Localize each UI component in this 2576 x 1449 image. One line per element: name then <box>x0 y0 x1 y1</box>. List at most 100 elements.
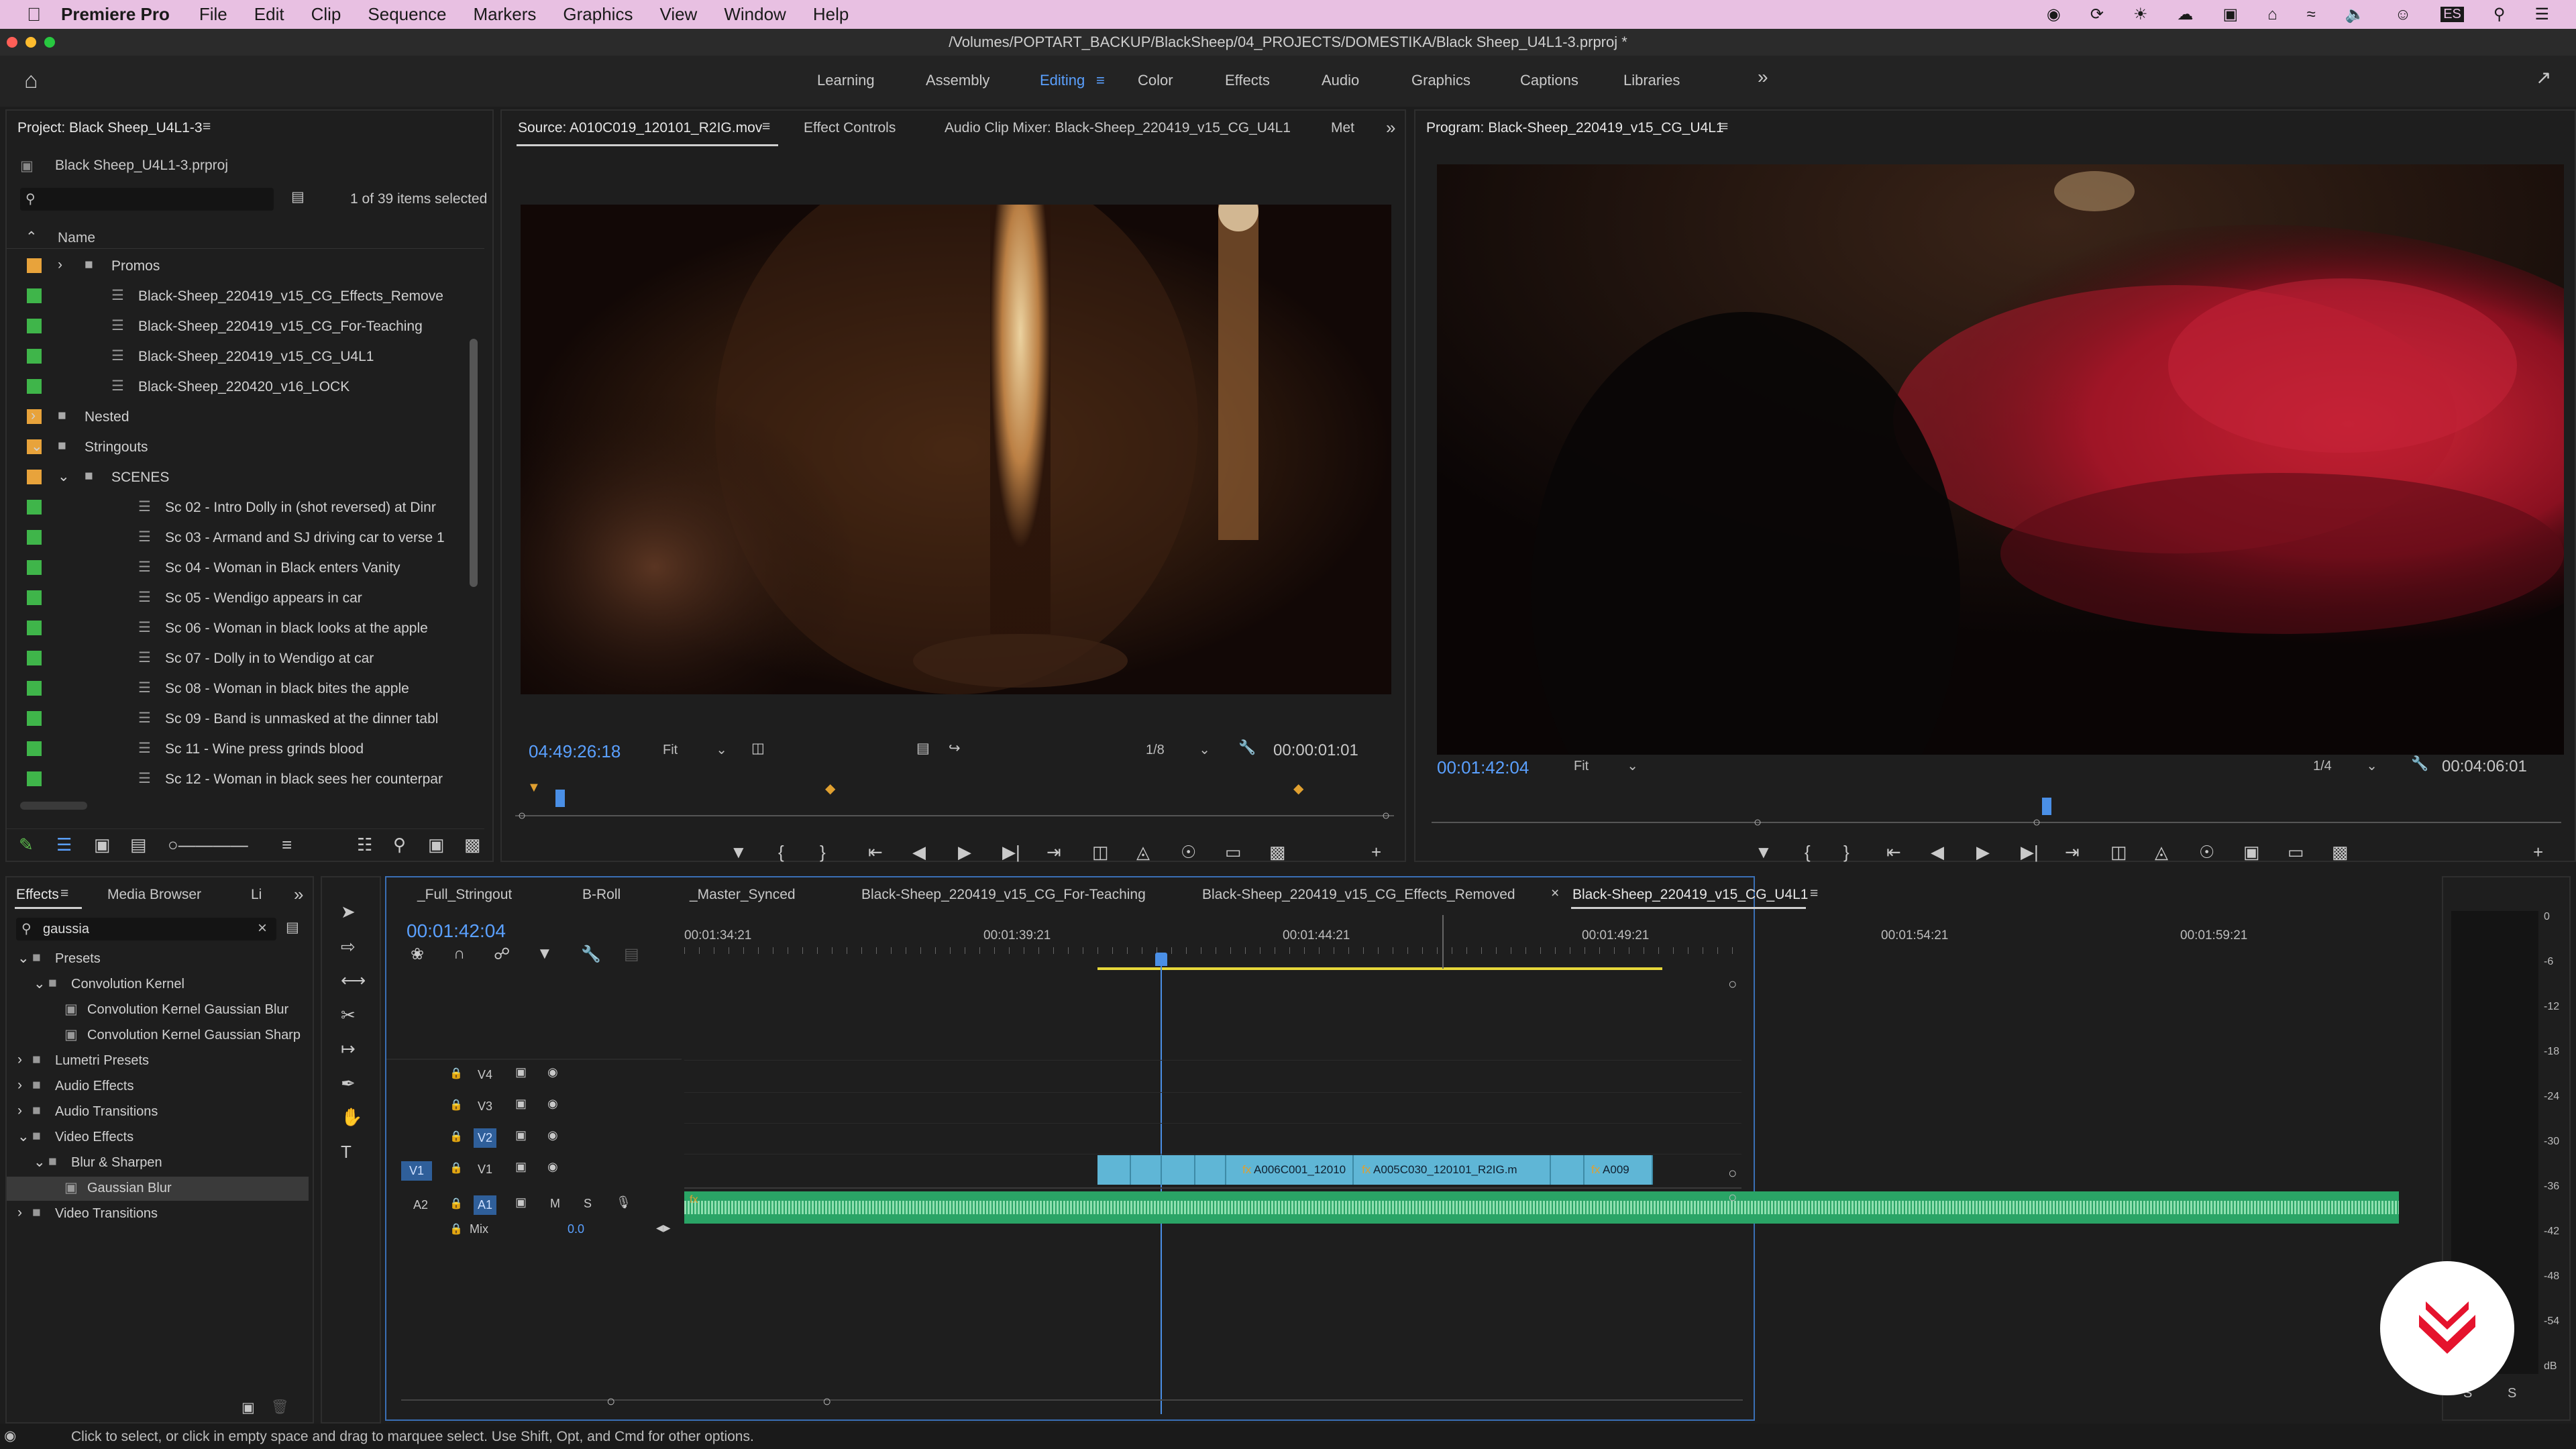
extension-icon[interactable]: ☀ <box>2133 5 2148 24</box>
label-color-swatch[interactable] <box>27 530 42 545</box>
tab-audio-clip-mixer[interactable]: Audio Clip Mixer: Black-Sheep_220419_v15… <box>945 120 1291 136</box>
icon-view-icon[interactable]: ▣ <box>94 835 111 855</box>
mark-in-icon[interactable]: { <box>778 842 784 863</box>
wifi-icon[interactable]: ≈ <box>2307 5 2316 24</box>
voiceover-icon[interactable]: 🎙 <box>616 1195 631 1210</box>
vscroll-handle[interactable]: ○ <box>1728 1189 1737 1206</box>
effects-tree-item[interactable]: › ■ Lumetri Presets <box>7 1049 309 1073</box>
label-color-swatch[interactable] <box>27 258 42 273</box>
lock-icon[interactable]: 🔒 <box>449 1130 463 1143</box>
project-search-input[interactable]: ⚲ <box>20 188 274 211</box>
search-icon[interactable]: ⚲ <box>2493 5 2506 24</box>
nest-icon[interactable]: ❀ <box>411 945 424 964</box>
chevron-right-icon[interactable]: › <box>31 408 36 424</box>
zoom-handle-right[interactable]: ○ <box>1382 808 1390 824</box>
mute-button[interactable]: M <box>550 1197 560 1211</box>
label-color-swatch[interactable] <box>27 711 42 726</box>
source-resolution-select[interactable]: 1/8 ⌄ <box>1140 739 1216 761</box>
panel-menu-icon[interactable]: ≡ <box>203 119 211 135</box>
add-marker-icon[interactable]: ▼ <box>537 945 553 963</box>
sync-lock-icon[interactable]: ▣ <box>515 1128 527 1142</box>
effects-tree-item[interactable]: ▣ Convolution Kernel Gaussian Blur <box>7 998 309 1022</box>
button-editor-icon[interactable]: + <box>2533 842 2543 863</box>
label-color-swatch[interactable] <box>27 379 42 394</box>
program-resolution-select[interactable]: 1/4 ⌄ <box>2308 755 2383 777</box>
slip-tool-icon[interactable]: ↦ <box>341 1038 356 1059</box>
toggle-proxies-icon[interactable]: ▭ <box>2288 842 2304 863</box>
volume-icon[interactable]: 🔈 <box>2345 5 2365 24</box>
lock-icon[interactable]: 🔒 <box>449 1098 463 1112</box>
workspace-learning[interactable]: Learning <box>817 72 875 89</box>
go-to-out-icon[interactable]: ⇥ <box>1046 842 1061 863</box>
automate-icon[interactable]: ☷ <box>357 835 372 855</box>
captions-icon[interactable]: ▤ <box>624 945 639 964</box>
track-select-tool-icon[interactable]: ⇨ <box>341 936 356 957</box>
close-tab-icon[interactable]: × <box>1551 885 1559 902</box>
new-bin-icon[interactable]: ▤ <box>291 189 305 205</box>
creative-cloud-icon[interactable]: ◉ <box>2047 5 2061 24</box>
vscroll-handle[interactable]: ○ <box>1728 1165 1737 1182</box>
chevron-down-icon[interactable]: ⌄ <box>34 1154 46 1171</box>
audio-clip[interactable]: fx <box>684 1191 2399 1224</box>
sync-lock-icon[interactable]: ▣ <box>515 1065 527 1079</box>
play-icon[interactable]: ▶ <box>1976 842 1990 863</box>
source-patch-a2[interactable]: A2 <box>413 1198 428 1212</box>
snap-icon[interactable]: ∩ <box>453 945 465 963</box>
go-to-in-icon[interactable]: ⇤ <box>868 842 883 863</box>
chevron-right-icon[interactable]: › <box>17 1052 22 1068</box>
type-tool-icon[interactable]: T <box>341 1142 352 1163</box>
workspace-color[interactable]: Color <box>1138 72 1173 89</box>
hscroll-handle-right[interactable]: ○ <box>822 1393 831 1410</box>
label-color-swatch[interactable] <box>27 621 42 635</box>
extract-icon[interactable]: ◬ <box>2155 842 2168 863</box>
input-source[interactable]: ES <box>2440 7 2464 22</box>
effects-tree-item[interactable]: ⌄ ■ Presets <box>7 947 309 971</box>
mark-in-icon[interactable]: { <box>1805 842 1811 863</box>
minimize-window-button[interactable] <box>25 37 36 48</box>
project-tab[interactable]: Project: Black Sheep_U4L1-3 <box>17 120 203 136</box>
panel-menu-icon[interactable]: ≡ <box>60 885 68 902</box>
video-clip[interactable]: fx A006C001_12010 <box>1226 1155 1354 1185</box>
workspace-assembly[interactable]: Assembly <box>926 72 989 89</box>
more-tabs-icon[interactable]: » <box>1386 117 1395 138</box>
label-color-swatch[interactable] <box>27 319 42 333</box>
label-color-swatch[interactable] <box>27 741 42 756</box>
source-video-frame[interactable] <box>521 205 1391 694</box>
label-color-swatch[interactable] <box>27 288 42 303</box>
track-label[interactable]: V3 <box>474 1097 496 1116</box>
timeline-playhead-handle[interactable] <box>1155 953 1167 966</box>
project-item[interactable]: ☰ Black-Sheep_220419_v15_CG_Effects_Remov… <box>7 282 476 312</box>
selection-tool-icon[interactable]: ➤ <box>341 902 356 922</box>
user-icon[interactable]: ☺ <box>2395 5 2412 24</box>
hand-tool-icon[interactable]: ✋ <box>341 1107 362 1128</box>
hscroll-handle-left[interactable]: ○ <box>606 1393 615 1410</box>
chevron-right-icon[interactable]: › <box>58 257 62 273</box>
eye-icon[interactable]: ◉ <box>547 1065 558 1079</box>
timeline-timecode[interactable]: 00:01:42:04 <box>407 920 506 942</box>
sync-lock-icon[interactable]: ▣ <box>515 1160 527 1174</box>
insert-icon[interactable]: ◫ <box>1092 842 1109 863</box>
video-clip[interactable] <box>1131 1155 1162 1185</box>
more-workspaces-icon[interactable]: » <box>1758 66 1768 88</box>
effects-tree-item[interactable]: › ■ Audio Effects <box>7 1075 309 1099</box>
find-icon[interactable]: ⚲ <box>393 835 406 855</box>
settings-wrench-icon[interactable]: 🔧 <box>581 945 601 964</box>
pen-tool-icon[interactable]: ✒ <box>341 1073 356 1094</box>
video-clip[interactable] <box>1527 1155 1551 1185</box>
lock-icon[interactable]: 🔒 <box>449 1222 463 1236</box>
menu-file[interactable]: File <box>199 4 227 25</box>
project-item[interactable]: ☰ Sc 07 - Dolly in to Wendigo at car <box>7 644 476 674</box>
sort-icons-icon[interactable]: ≡ <box>282 835 292 855</box>
multi-camera-icon[interactable]: ▩ <box>1269 842 1286 863</box>
program-video-frame[interactable] <box>1437 164 2564 755</box>
time-ruler[interactable]: 00:01:34:21 00:01:39:21 00:01:44:21 00:01:4… <box>684 928 2247 969</box>
project-item[interactable]: ☰ Sc 09 - Band is unmasked at the dinner … <box>7 704 476 735</box>
tab-full-stringout[interactable]: _Full_Stringout <box>417 887 512 903</box>
mix-icon[interactable]: ◀▶ <box>656 1222 671 1234</box>
effects-tree-item[interactable]: › ■ Audio Transitions <box>7 1100 309 1124</box>
add-marker-icon[interactable]: ▼ <box>730 842 747 863</box>
panel-menu-icon[interactable]: ≡ <box>1720 119 1728 135</box>
comparison-view-icon[interactable]: ▣ <box>2243 842 2260 863</box>
menu-window[interactable]: Window <box>724 4 786 25</box>
eye-icon[interactable]: ◉ <box>547 1097 558 1111</box>
